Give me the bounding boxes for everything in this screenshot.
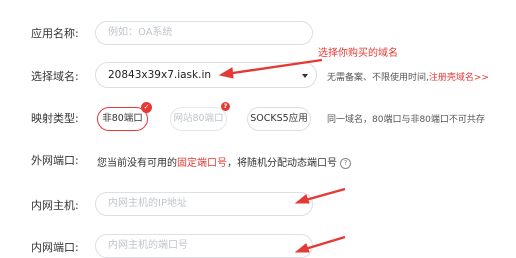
internal-port-label: 内网端口: [31, 241, 79, 254]
external-port-label: 外网端口: [31, 154, 79, 167]
domain-label: 选择域名: [31, 70, 79, 83]
mapping-option-web80[interactable]: 网站80端口 ? [170, 102, 230, 131]
mapping-type-note: 同一域名，80端口与非80端口不可共存 [327, 115, 485, 125]
check-icon: ✓ [141, 102, 152, 113]
mapping-type-label: 映射类型: [31, 112, 79, 125]
domain-select[interactable]: 20843x39x7.iask.in [95, 62, 317, 88]
external-port-text-prefix: 您当前没有可用的 [97, 158, 177, 169]
mapping-option-label: 非80端口 [102, 113, 143, 124]
internal-host-label: 内网主机: [31, 199, 79, 212]
domain-note-text: 无需备案、不限使用时间, [327, 73, 429, 83]
app-name-label: 应用名称: [31, 27, 79, 40]
external-port-text: 您当前没有可用的固定端口号，将随机分配动态端口号? [97, 154, 351, 169]
external-port-text-suffix: ，将随机分配动态端口号 [227, 158, 337, 169]
mapping-option-non80[interactable]: 非80端口 ✓ [97, 102, 152, 131]
internal-port-input[interactable]: 内网主机的端口号 [95, 234, 313, 258]
domain-annotation: 选择你购买的域名 [318, 48, 398, 59]
app-name-input[interactable]: 例如：OA系统 [95, 21, 313, 45]
caret-down-icon [302, 74, 308, 78]
mapping-option-socks5[interactable]: SOCKS5应用 [247, 107, 311, 131]
register-domain-link[interactable]: 注册壳域名>> [429, 73, 489, 83]
fixed-port-link[interactable]: 固定端口号 [177, 158, 227, 169]
domain-note: 无需备案、不限使用时间,注册壳域名>> [327, 70, 489, 83]
question-icon: ? [221, 102, 230, 111]
mapping-option-label: 网站80端口 [173, 113, 224, 124]
help-circle-icon[interactable]: ? [340, 157, 351, 169]
mapping-option-label: SOCKS5应用 [250, 113, 308, 124]
internal-host-input[interactable]: 内网主机的IP地址 [95, 192, 313, 216]
domain-select-value: 20843x39x7.iask.in [108, 69, 212, 81]
